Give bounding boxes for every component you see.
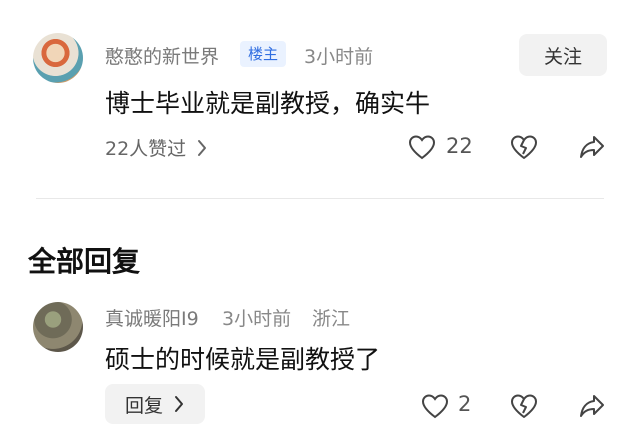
op-badge: 楼主 (240, 41, 287, 67)
reply-location: 浙江 (312, 308, 351, 330)
likes-link[interactable]: 22人赞过 (105, 134, 208, 161)
section-title: 全部回复 (28, 245, 141, 278)
chevron-right-icon (196, 139, 208, 157)
share-icon (578, 393, 606, 419)
reply-content: 硕士的时候就是副教授了 (105, 345, 381, 374)
comment-username[interactable]: 憨憨的新世界 (105, 42, 219, 69)
heart-icon (421, 393, 449, 419)
reply-username[interactable]: 真诚暖阳I9 (105, 304, 199, 331)
chevron-right-icon (173, 395, 185, 413)
like-button[interactable] (408, 134, 436, 160)
comment-time: 3小时前 (304, 46, 374, 68)
divider (36, 198, 604, 199)
likes-link-label: 22人赞过 (105, 138, 187, 160)
follow-button[interactable]: 关注 (519, 34, 607, 76)
reply-time: 3小时前 (222, 308, 292, 330)
comment-content: 博士毕业就是副教授，确实牛 (105, 89, 431, 118)
share-icon (578, 134, 606, 160)
like-count: 22 (446, 134, 473, 158)
heart-icon (408, 134, 436, 160)
reply-button-label: 回复 (124, 394, 163, 417)
like-count: 2 (458, 392, 472, 416)
dislike-button[interactable] (510, 393, 538, 419)
dislike-button[interactable] (510, 134, 538, 160)
dislike-heart-icon (510, 134, 538, 160)
avatar[interactable] (33, 302, 83, 352)
share-button[interactable] (578, 134, 606, 160)
dislike-heart-icon (510, 393, 538, 419)
share-button[interactable] (578, 393, 606, 419)
avatar[interactable] (33, 33, 83, 83)
reply-button[interactable]: 回复 (105, 384, 205, 424)
like-button[interactable] (421, 393, 449, 419)
